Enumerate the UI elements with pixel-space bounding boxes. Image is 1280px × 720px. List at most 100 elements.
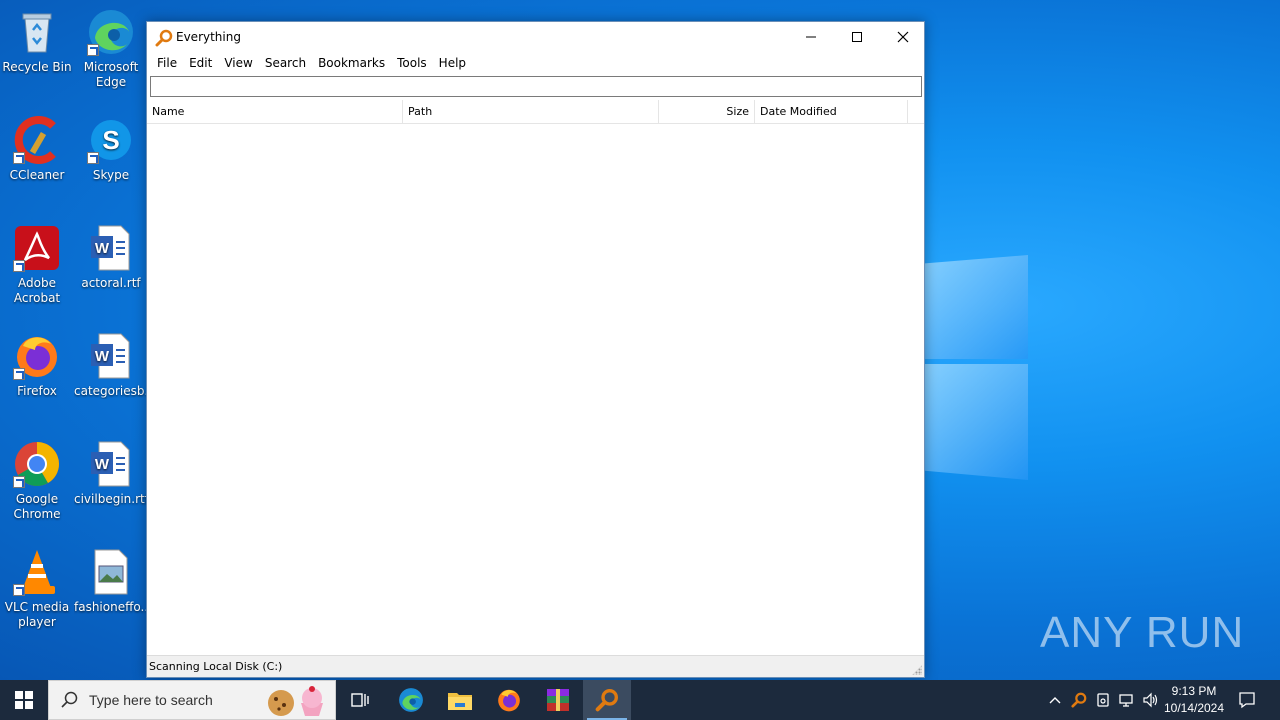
cookie-cupcake-icon [265, 685, 329, 720]
ccleaner-icon [13, 116, 61, 164]
edge-icon [87, 8, 135, 56]
desktop-icon-firefox[interactable]: Firefox [0, 332, 74, 399]
task-view-icon [351, 693, 369, 707]
search-icon [61, 691, 79, 712]
menu-help[interactable]: Help [433, 52, 472, 74]
status-bar: Scanning Local Disk (C:) [147, 655, 924, 677]
column-headers: Name Path Size Date Modified [147, 100, 924, 124]
svg-text:W: W [95, 348, 110, 365]
task-view-button[interactable] [336, 680, 384, 720]
start-button[interactable] [0, 680, 48, 720]
network-icon [1119, 694, 1133, 707]
desktop-icon-label: actoral.rtf [81, 276, 141, 290]
desktop-icon-label: categoriesb... [74, 384, 148, 398]
search-input[interactable] [150, 76, 922, 97]
taskbar-file-explorer[interactable] [436, 680, 484, 720]
taskbar-search-box[interactable]: Type here to search [48, 680, 336, 720]
desktop-icon-label: Microsoft Edge [83, 60, 139, 89]
desktop-icon-adobe-acrobat[interactable]: Adobe Acrobat [0, 224, 74, 306]
word-document-icon: W [87, 224, 135, 272]
column-header-path[interactable]: Path [403, 100, 659, 124]
desktop-icon-label: fashioneffo... [74, 600, 148, 614]
folder-icon [448, 693, 472, 710]
taskbar-firefox[interactable] [485, 680, 533, 720]
desktop-icon-label: Recycle Bin [2, 60, 72, 74]
tray-network[interactable] [1116, 680, 1138, 720]
magnifier-icon [595, 689, 618, 712]
edge-icon [399, 688, 423, 712]
menu-bar: File Edit View Search Bookmarks Tools He… [147, 52, 924, 74]
desktop-icon-label: Adobe Acrobat [13, 276, 61, 305]
menu-tools[interactable]: Tools [391, 52, 433, 74]
close-icon [897, 31, 909, 43]
clock-time: 9:13 PM [1171, 684, 1217, 698]
taskbar-clock[interactable]: 9:13 PM 10/14/2024 [1158, 683, 1230, 717]
desktop-icon-skype[interactable]: S Skype [74, 116, 148, 183]
menu-search[interactable]: Search [259, 52, 312, 74]
taskbar-everything[interactable] [583, 680, 631, 720]
results-list[interactable] [147, 124, 924, 654]
show-hidden-icons-button[interactable] [1044, 680, 1066, 720]
desktop-icon-actoral-rtf[interactable]: W actoral.rtf [74, 224, 148, 291]
svg-text:S: S [102, 125, 119, 155]
winrar-icon [547, 689, 569, 711]
desktop-icon-ccleaner[interactable]: CCleaner [0, 116, 74, 183]
svg-text:W: W [95, 240, 110, 257]
taskbar-edge[interactable] [387, 680, 435, 720]
recycle-bin-icon [13, 8, 61, 56]
column-header-name[interactable]: Name [147, 100, 403, 124]
minimize-button[interactable] [788, 22, 834, 52]
desktop-icon-label: VLC media player [4, 600, 70, 629]
desktop-icon-edge[interactable]: Microsoft Edge [74, 8, 148, 90]
skype-icon: S [87, 116, 135, 164]
chevron-up-icon [1049, 697, 1061, 704]
menu-edit[interactable]: Edit [183, 52, 218, 74]
desktop-icon-label: CCleaner [9, 168, 65, 182]
windows-start-icon [15, 691, 33, 709]
device-icon [1097, 693, 1109, 707]
everything-window[interactable]: Everything File Edit View Search Bookmar… [146, 21, 925, 678]
title-bar[interactable]: Everything [147, 22, 924, 52]
clock-date: 10/14/2024 [1163, 701, 1225, 715]
firefox-icon [498, 689, 520, 712]
desktop-icon-recycle-bin[interactable]: Recycle Bin [0, 8, 74, 75]
action-center-button[interactable] [1232, 680, 1262, 720]
column-header-date-modified[interactable]: Date Modified [755, 100, 908, 124]
magnifier-icon [1071, 692, 1087, 708]
desktop-icon-fashioneffo[interactable]: fashioneffo... [74, 548, 148, 615]
menu-file[interactable]: File [151, 52, 183, 74]
desktop-icon-civilbegin-rtf[interactable]: W civilbegin.rtf [74, 440, 148, 507]
minimize-icon [806, 36, 816, 38]
search-bar [147, 74, 924, 99]
desktop-icon-label: Firefox [17, 384, 57, 398]
word-document-icon: W [87, 332, 135, 380]
acrobat-icon [13, 224, 61, 272]
menu-bookmarks[interactable]: Bookmarks [312, 52, 391, 74]
desktop-icon-categoriesb[interactable]: W categoriesb... [74, 332, 148, 399]
desktop-icon-google-chrome[interactable]: Google Chrome [0, 440, 74, 522]
status-text: Scanning Local Disk (C:) [149, 660, 283, 673]
magnifier-icon [155, 29, 173, 47]
desktop-icon-label: Skype [92, 168, 130, 182]
vlc-icon [13, 548, 61, 596]
taskbar-search-placeholder: Type here to search [89, 692, 213, 708]
resize-grip-icon[interactable] [912, 665, 922, 675]
image-file-icon [87, 548, 135, 596]
chrome-icon [13, 440, 61, 488]
maximize-icon [852, 32, 862, 42]
firefox-icon [13, 332, 61, 380]
anyrun-watermark: ANY RUN [1040, 608, 1245, 657]
column-header-size[interactable]: Size [659, 100, 755, 124]
desktop-icon-label: Google Chrome [13, 492, 61, 521]
window-title: Everything [176, 30, 241, 44]
menu-view[interactable]: View [218, 52, 258, 74]
close-button[interactable] [880, 22, 926, 52]
desktop-icon-label: civilbegin.rtf [74, 492, 148, 506]
desktop-icon-vlc[interactable]: VLC media player [0, 548, 74, 630]
tray-device[interactable] [1092, 680, 1114, 720]
tray-everything[interactable] [1068, 680, 1090, 720]
maximize-button[interactable] [834, 22, 880, 52]
word-document-icon: W [87, 440, 135, 488]
taskbar-winrar[interactable] [534, 680, 582, 720]
notification-icon [1239, 692, 1255, 709]
